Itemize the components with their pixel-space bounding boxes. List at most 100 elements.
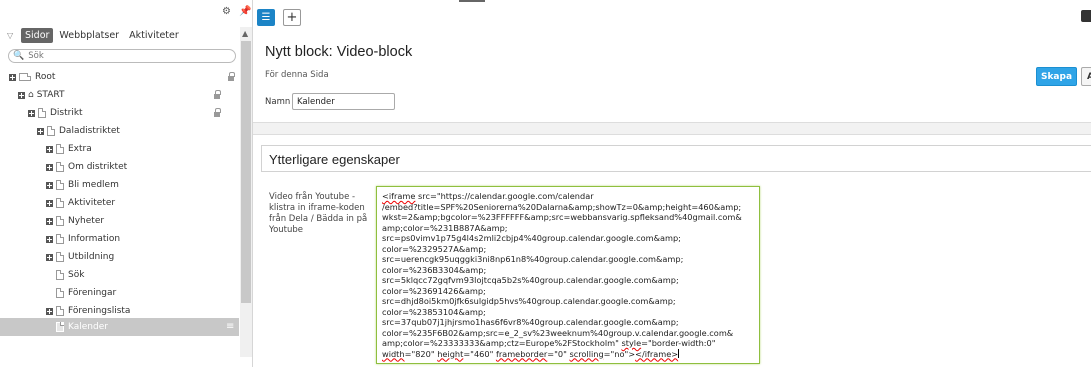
page-icon — [56, 162, 64, 172]
tree-tabs: ▽ Sidor Webbplatser Aktiviteter — [7, 26, 185, 44]
tab-sidor[interactable]: Sidor — [21, 27, 54, 43]
expand-icon[interactable] — [37, 127, 44, 135]
tree-node-root[interactable]: Root — [0, 68, 239, 86]
panel-toggle-icon[interactable] — [1081, 10, 1091, 22]
tree-node-daladistriktet[interactable]: Daladistriktet — [0, 122, 239, 140]
tree-scrollbar[interactable]: ▲ — [240, 27, 252, 357]
expand-icon[interactable] — [46, 235, 53, 243]
expand-icon[interactable] — [46, 181, 53, 189]
tree-search-input[interactable] — [28, 51, 219, 61]
page-icon — [56, 288, 64, 298]
scroll-up-icon[interactable]: ▲ — [242, 29, 248, 38]
tree-node-label: Information — [68, 234, 121, 244]
page-title: Nytt block: Video-block — [265, 44, 413, 60]
video-field-label: Video från Youtube - klistra in iframe-k… — [269, 192, 368, 235]
toggle-tree-button[interactable]: ☰ — [257, 9, 275, 26]
code-token: frameborder — [495, 348, 548, 359]
code-line: src=uerencgk95uqggki3ni8np61n8%40group.c… — [382, 254, 684, 264]
tree-node-kalender[interactable]: Kalender ≡ — [0, 318, 239, 336]
expand-icon[interactable] — [18, 91, 25, 99]
page-icon — [19, 73, 31, 81]
section-header: Ytterligare egenskaper — [261, 145, 1091, 172]
expand-icon[interactable] — [46, 217, 53, 225]
code-token: ="820" — [404, 348, 438, 359]
code-line: amp;color=%231B887A&amp; — [382, 222, 508, 233]
page-icon — [56, 306, 64, 316]
tab-webbplatser[interactable]: Webbplatser — [55, 28, 123, 43]
cancel-button[interactable]: Avbryt — [1081, 67, 1091, 86]
tree-node-label: Root — [35, 72, 56, 82]
page-icon — [56, 234, 64, 244]
expand-icon[interactable] — [9, 73, 16, 81]
expand-icon[interactable] — [28, 109, 35, 117]
gear-icon[interactable]: ⚙ — [222, 7, 231, 17]
tab-aktiviteter[interactable]: Aktiviteter — [125, 28, 183, 43]
tree-search-box: 🔍 — [8, 49, 236, 63]
code-token: ="0" — [547, 348, 570, 359]
code-line: amp;color=%23333333&amp;ctz=Europe%2FSto… — [382, 338, 619, 348]
tree-node-label: Sök — [68, 270, 85, 280]
video-embed-code: <iframe src="https://calendar.google.com… — [382, 191, 758, 359]
code-line: /embed?title=SPF%20Seniorerna%20Dalarna&… — [382, 201, 742, 212]
tree-node-label: Utbildning — [68, 252, 115, 262]
tree-node-label: Föreningslista — [68, 306, 131, 316]
chevron-down-icon[interactable]: ▽ — [7, 31, 21, 40]
tree-node-bli-medlem[interactable]: Bli medlem — [0, 176, 239, 194]
video-embed-textarea[interactable]: <iframe src="https://calendar.google.com… — [376, 186, 760, 364]
lock-icon — [214, 108, 221, 117]
page-icon — [56, 144, 64, 154]
code-line: color=%235F6B02&amp;src=e_2_sv%23weeknum… — [382, 327, 734, 338]
tree-icon: ☰ — [261, 12, 271, 23]
code-line: src=dhjd8oi5km0jfk6sulgidp5hvs%40group.c… — [382, 296, 676, 306]
expand-icon[interactable] — [46, 199, 53, 207]
tree-node-label: Om distriktet — [68, 162, 128, 172]
code-line: src="https://calendar.google.com/calenda… — [418, 191, 594, 201]
tree-node-distrikt[interactable]: Distrikt — [0, 104, 239, 122]
code-token: ="no"> — [603, 348, 636, 359]
tree-node-label: Kalender — [68, 322, 108, 332]
context-menu-icon[interactable]: ≡ — [226, 321, 234, 332]
tree-node-extra[interactable]: Extra — [0, 140, 239, 158]
create-button[interactable]: Skapa — [1036, 67, 1077, 86]
expand-icon[interactable] — [46, 145, 53, 153]
lock-icon — [214, 90, 221, 99]
code-line: color=%23691426&amp; — [382, 285, 486, 296]
tree-node-start[interactable]: ⌂ START — [0, 86, 239, 104]
page-tree-panel: ⚙ 📌 ▽ Sidor Webbplatser Aktiviteter 🔍 Ro… — [0, 0, 253, 367]
add-button[interactable]: + — [283, 9, 301, 26]
search-icon: 🔍 — [13, 51, 25, 61]
code-token: ="460" — [463, 348, 496, 359]
expand-icon[interactable] — [46, 253, 53, 261]
divider — [459, 0, 485, 2]
expand-icon[interactable] — [46, 307, 53, 315]
page-icon — [56, 322, 64, 332]
text-caret — [678, 348, 680, 358]
tree-scrollbar-thumb[interactable] — [241, 41, 251, 303]
code-token: style — [621, 338, 642, 348]
plus-icon: + — [286, 10, 298, 25]
expand-icon[interactable] — [46, 163, 53, 171]
name-input[interactable] — [292, 93, 395, 110]
page-icon — [56, 180, 64, 190]
page-icon — [38, 108, 46, 118]
tree-node-foreningar[interactable]: Föreningar — [0, 284, 239, 302]
code-line: src=5klqcc72gqfvm93lojtcqa5b2s%40group.c… — [382, 275, 679, 285]
section-divider — [253, 122, 1091, 135]
code-token: ="border-width:0" — [641, 338, 716, 348]
page-icon — [56, 270, 64, 280]
tree-node-information[interactable]: Information — [0, 230, 239, 248]
code-line: src=37qub07j1jhjrsmo1has6f6vr8%40group.c… — [382, 317, 679, 327]
tree-node-nyheter[interactable]: Nyheter — [0, 212, 239, 230]
code-token: scrolling — [569, 348, 604, 359]
page-icon — [56, 198, 64, 208]
tree-node-label: Aktiviteter — [68, 198, 116, 208]
tree-node-sok[interactable]: Sök — [0, 266, 239, 284]
code-token: </iframe> — [635, 348, 679, 359]
tree-node-label: Nyheter — [68, 216, 105, 226]
pin-icon[interactable]: 📌 — [239, 7, 251, 17]
lock-icon — [228, 72, 235, 81]
tree-node-aktiviteter[interactable]: Aktiviteter — [0, 194, 239, 212]
page-icon — [47, 126, 55, 136]
tree-node-om-distriktet[interactable]: Om distriktet — [0, 158, 239, 176]
tree-node-utbildning[interactable]: Utbildning — [0, 248, 239, 266]
